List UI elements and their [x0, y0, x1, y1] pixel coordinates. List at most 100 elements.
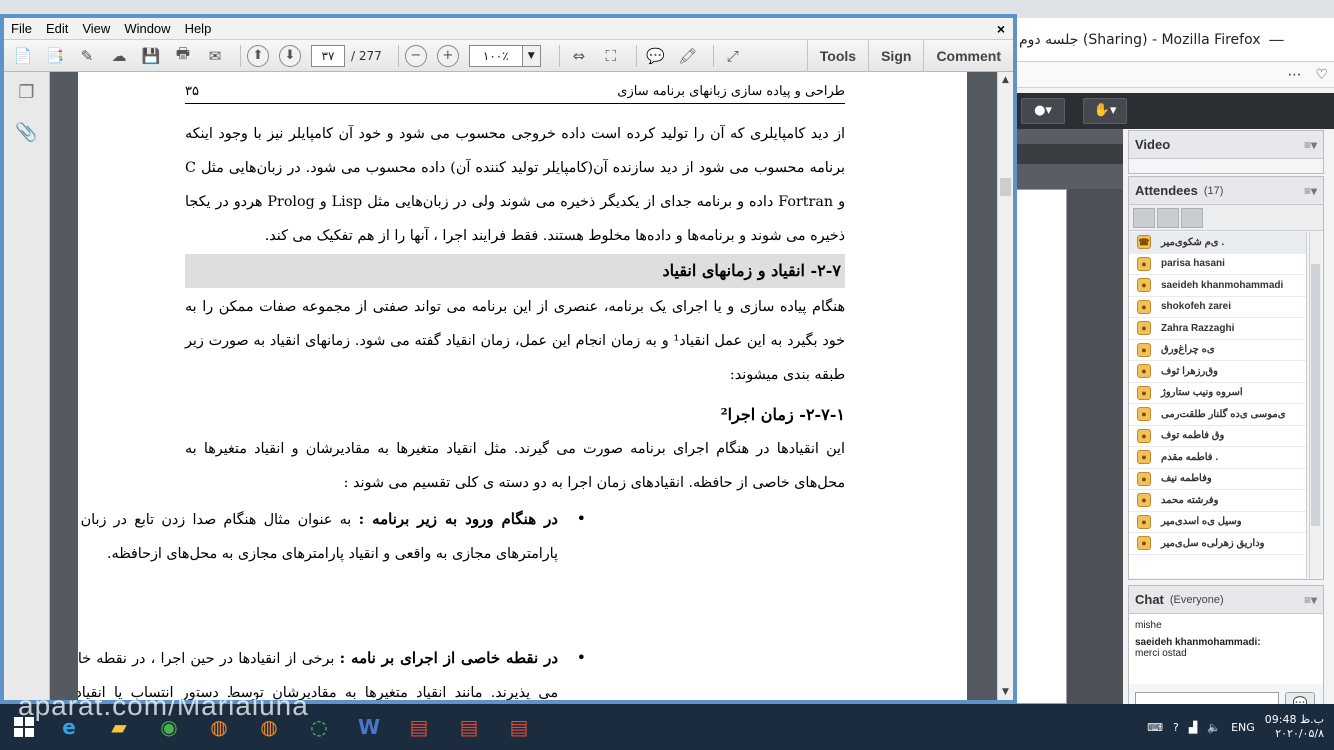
print-icon[interactable]: 🖶 [170, 44, 196, 68]
attendee-name: وق فاطمه توف [1161, 430, 1225, 442]
clock[interactable]: 09:48 ب.ظ ۲۰۲۰/۰۵/۸ [1265, 713, 1324, 741]
firefox-window-title: جلسه دوم (Sharing) - Mozilla Firefox [1019, 31, 1261, 48]
menu-window[interactable]: Window [117, 21, 177, 36]
pod-menu-icon[interactable]: ≡▾ [1304, 184, 1317, 198]
attendee-row[interactable]: ● Zahra Razzaghi [1129, 318, 1306, 340]
chat-pod-title: Chat [1135, 592, 1164, 607]
attendee-name: اسرو‌ه ونیب ستاروژ [1161, 387, 1243, 399]
expand-icon[interactable]: ⤢ [720, 44, 746, 68]
chat-message: merci ostad [1135, 648, 1187, 659]
attendee-row[interactable]: ● parisa hasani [1129, 254, 1306, 275]
network-icon[interactable]: ▟ [1189, 721, 1197, 734]
scrollbar-thumb[interactable] [1000, 178, 1011, 196]
pdf-icon[interactable]: ▤ [498, 707, 540, 747]
pdf-icon[interactable]: ▤ [398, 707, 440, 747]
attendee-row[interactable]: ● وسیل ی‌ه اسدی‌میر [1129, 512, 1306, 533]
pdf-icon[interactable]: ▤ [448, 707, 490, 747]
attendee-row[interactable]: ● اسرو‌ه ونیب ستاروژ [1129, 383, 1306, 404]
pod-menu-icon[interactable]: ≡▾ [1304, 138, 1317, 152]
menu-view[interactable]: View [75, 21, 117, 36]
attendee-row[interactable]: ☎ ی‌م شکوی‌میر . [1129, 232, 1306, 254]
attendee-row[interactable]: ● ی‌موسی ی‌ده گلنار طلقت‌رمی [1129, 404, 1306, 426]
vertical-scrollbar[interactable]: ▲ ▼ [997, 72, 1013, 700]
next-page-icon[interactable]: ⬇ [279, 44, 301, 67]
list-view-icon[interactable] [1133, 208, 1155, 228]
bullet-title: در نقطه خاصی از اجرای بر نامه : [339, 649, 559, 667]
close-icon[interactable]: × [997, 21, 1005, 37]
attendee-name: وفاطمه نیف [1161, 473, 1212, 485]
attendee-name: وسیل ی‌ه اسدی‌میر [1161, 516, 1242, 528]
attendees-pod-header: Attendees (17) ≡▾ [1129, 177, 1323, 205]
attachments-icon[interactable]: 📎 [15, 122, 39, 146]
menu-edit[interactable]: Edit [39, 21, 75, 36]
user-icon: ●▾ [1034, 103, 1052, 118]
phone-icon: ☎ [1137, 235, 1151, 250]
previous-page-icon[interactable]: ⬆ [247, 44, 269, 67]
zoom-level-input[interactable]: ۱۰۰٪ [468, 44, 523, 67]
keyboard-icon[interactable]: ⌨ [1147, 721, 1163, 734]
attendee-name: ی‌م شکوی‌میر . [1161, 236, 1225, 248]
word-icon[interactable]: W [348, 707, 390, 747]
email-icon[interactable]: ✉ [202, 44, 228, 68]
raise-hand-button[interactable]: ✋▾ [1083, 98, 1127, 124]
attendee-row[interactable]: ● وق‌رزهرا ثوف [1129, 361, 1306, 383]
page-thumbnails-icon[interactable]: ❐ [15, 82, 39, 106]
fit-page-icon[interactable]: ⛶ [598, 44, 624, 68]
user-icon: ● [1137, 321, 1151, 336]
attendee-name: Zahra Razzaghi [1161, 322, 1235, 334]
acrobat-toolbar: 📄 📑 ✎ ☁ 💾 🖶 ✉ ⬆ ⬇ ۳۷ / 277 − + ۱۰۰٪ ▼ ⇔ … [4, 40, 1013, 72]
scroll-down-icon[interactable]: ▼ [998, 684, 1013, 700]
tab-comment[interactable]: Comment [923, 40, 1013, 72]
share-pod-header [1015, 144, 1123, 164]
page-actions-icon[interactable]: ⋯ [1287, 67, 1301, 83]
menu-help[interactable]: Help [178, 21, 219, 36]
attendee-name: ی‌ه چراغ‌ورق [1161, 344, 1215, 356]
fit-width-icon[interactable]: ⇔ [566, 44, 592, 68]
upload-cloud-icon[interactable]: ☁ [106, 44, 132, 68]
comment-icon[interactable]: 💬 [643, 44, 669, 68]
attendee-row[interactable]: ● shokofeh zarei [1129, 297, 1306, 318]
highlight-icon[interactable]: 🖍 [675, 44, 701, 68]
combine-files-icon[interactable]: 📑 [42, 44, 68, 68]
zoom-out-icon[interactable]: − [404, 44, 427, 67]
tab-sign[interactable]: Sign [868, 40, 923, 72]
attendee-status-icon[interactable] [1181, 208, 1203, 228]
pod-menu-icon[interactable]: ≡▾ [1304, 593, 1317, 607]
user-icon: ● [1137, 278, 1151, 293]
attendee-row[interactable]: ● فاطمه مقدم . [1129, 447, 1306, 469]
system-tray: ⌨ ? ▟ 🔈 ENG 09:48 ب.ظ ۲۰۲۰/۰۵/۸ [1147, 704, 1334, 750]
task-pane-tabs: Tools Sign Comment [806, 40, 1013, 72]
toolbar-divider [240, 44, 241, 67]
chevron-down-icon[interactable]: ▼ [522, 44, 541, 67]
scroll-up-icon[interactable]: ▲ [998, 72, 1013, 88]
help-icon[interactable]: ? [1173, 721, 1179, 734]
minimize-icon[interactable]: — [1269, 30, 1285, 49]
toolbar-divider [635, 44, 637, 67]
breakout-icon[interactable] [1157, 208, 1179, 228]
attendee-row[interactable]: ● وق فاطمه توف [1129, 426, 1306, 447]
save-icon[interactable]: 💾 [138, 44, 164, 68]
edit-pdf-icon[interactable]: ✎ [74, 44, 100, 68]
pocket-icon[interactable]: ♡ [1315, 67, 1328, 83]
language-indicator[interactable]: ENG [1231, 721, 1255, 734]
user-status-button[interactable]: ●▾ [1021, 98, 1065, 124]
attendee-row[interactable]: ● وداریق زهرلی‌ه سل‌ی‌میر [1129, 533, 1306, 555]
attendee-name: ی‌موسی ی‌ده گلنار طلقت‌رمی [1161, 408, 1286, 420]
attendee-name: parisa hasani [1161, 258, 1225, 270]
attendee-row[interactable]: ● وفرشته محمد [1129, 490, 1306, 512]
paragraph: هنگام پیاده سازی و یا اجرای یک برنامه، ع… [185, 299, 845, 383]
page-number-input[interactable]: ۳۷ [311, 44, 345, 67]
scrollbar-thumb[interactable] [1311, 264, 1320, 526]
video-pod-header: Video ≡▾ [1129, 131, 1323, 159]
tab-tools[interactable]: Tools [806, 40, 868, 72]
volume-icon[interactable]: 🔈 [1207, 721, 1221, 734]
menu-file[interactable]: File [4, 21, 39, 36]
attendee-row[interactable]: ● ی‌ه چراغ‌ورق [1129, 340, 1306, 361]
create-pdf-icon[interactable]: 📄 [10, 44, 36, 68]
chat-pod-header: Chat (Everyone) ≡▾ [1129, 586, 1323, 614]
attendee-row[interactable]: ● saeideh khanmohammadi [1129, 275, 1306, 297]
zoom-in-icon[interactable]: + [436, 44, 459, 67]
attendees-count: (17) [1203, 184, 1224, 197]
attendee-scrollbar[interactable] [1309, 232, 1321, 578]
attendee-row[interactable]: ● وفاطمه نیف [1129, 469, 1306, 490]
